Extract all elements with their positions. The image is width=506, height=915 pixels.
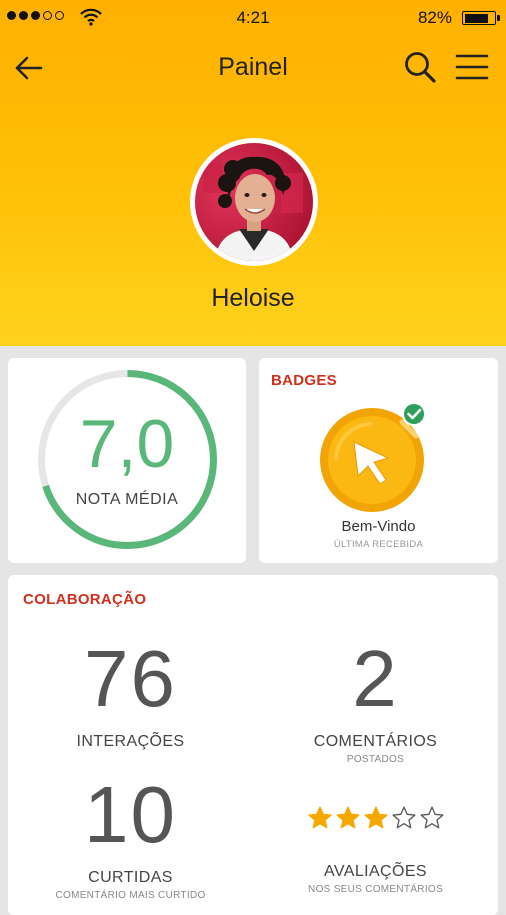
reviews-sublabel: NOS SEUS COMENTÁRIOS (308, 884, 443, 895)
battery-percentage: 82% (417, 8, 452, 27)
star-empty-icon (420, 806, 443, 829)
rating-card[interactable]: 7,0 NOTA MÉDIA (8, 358, 246, 563)
badges-card[interactable]: BADGES Bem-Vindo ÚLTIMA RECEBIDA (259, 358, 498, 563)
comments-stat[interactable]: 2 COMENTÁRIOS POSTADOS (253, 634, 498, 766)
status-bar: 4:21 82% (0, 0, 506, 36)
likes-stat[interactable]: 10 CURTIDAS COMENTÁRIO MAIS CURTIDO (8, 770, 253, 902)
username: Heloise (211, 284, 295, 312)
avatar-photo (195, 143, 313, 261)
profile-header: 4:21 82% Painel Heloise (0, 0, 506, 346)
comments-label: COMENTÁRIOS (313, 733, 438, 750)
reviews-stat[interactable]: AVALIAÇÕES NOS SEUS COMENTÁRIOS (253, 775, 498, 895)
collaboration-card: COLABORAÇÃO 76 INTERAÇÕES 2 COMENTÁRIOS … (8, 575, 498, 915)
interactions-label: INTERAÇÕES (76, 733, 185, 750)
search-icon[interactable] (402, 49, 438, 85)
badges-title: BADGES (271, 372, 337, 389)
reviews-label: AVALIAÇÕES (324, 863, 427, 880)
rating-value: 7,0 (79, 406, 175, 482)
likes-label: CURTIDAS (88, 869, 173, 886)
star-filled-icon (364, 806, 387, 829)
interactions-stat[interactable]: 76 INTERAÇÕES (8, 639, 253, 751)
likes-sublabel: COMENTÁRIO MAIS CURTIDO (55, 890, 206, 901)
rating-label: NOTA MÉDIA (75, 491, 179, 508)
comments-sublabel: POSTADOS (346, 754, 405, 765)
collaboration-title: COLABORAÇÃO (23, 591, 147, 608)
battery-icon (462, 11, 500, 25)
star-filled-icon (308, 806, 331, 829)
comments-value: 2 (352, 634, 399, 723)
interactions-value: 76 (84, 634, 177, 723)
likes-value: 10 (84, 770, 177, 859)
avatar (190, 138, 318, 266)
rating-stars (253, 775, 498, 861)
welcome-badge-icon[interactable] (316, 400, 436, 520)
hamburger-menu-icon[interactable] (454, 51, 490, 83)
star-empty-icon (392, 806, 415, 829)
star-filled-icon (336, 806, 359, 829)
badge-name: Bem-Vindo (341, 518, 416, 535)
badge-subtitle: ÚLTIMA RECEBIDA (333, 539, 424, 550)
